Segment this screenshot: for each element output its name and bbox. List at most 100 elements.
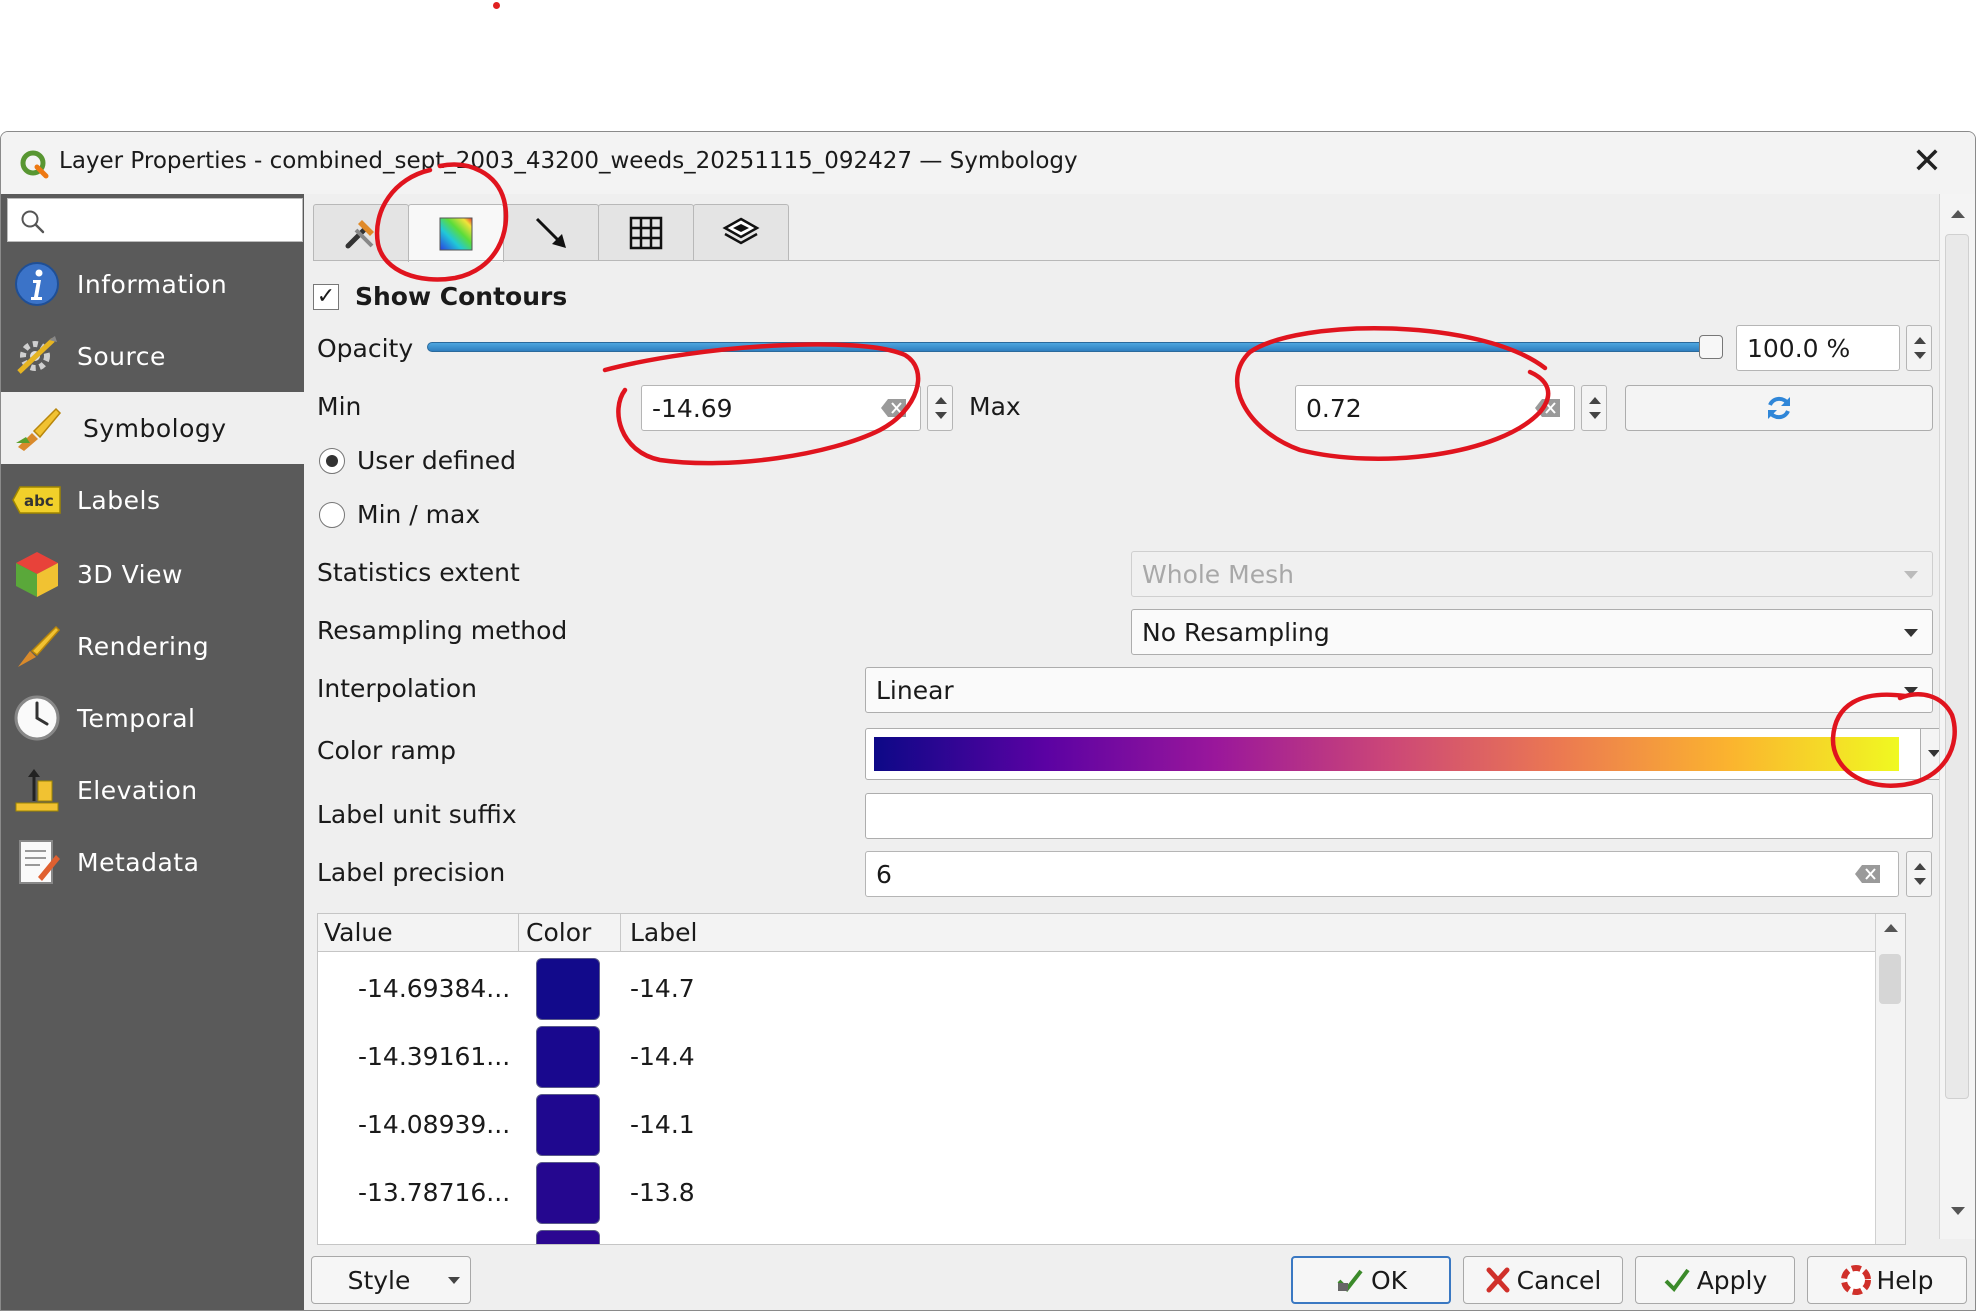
sidebar-item-source[interactable]: Source xyxy=(1,320,304,392)
column-header-label[interactable]: Label xyxy=(630,918,697,947)
min-max-radio[interactable] xyxy=(319,502,345,528)
layers-stack-icon xyxy=(722,217,760,244)
show-contours-label: Show Contours xyxy=(355,282,568,311)
help-button[interactable]: Help xyxy=(1807,1256,1967,1304)
3d-cube-icon xyxy=(11,548,63,600)
resampling-method-label: Resampling method xyxy=(317,616,568,645)
panel-scrollbar[interactable] xyxy=(1939,194,1975,1239)
metadata-icon xyxy=(11,836,63,888)
contours-gradient-icon xyxy=(439,217,473,250)
statistics-extent-label: Statistics extent xyxy=(317,558,520,587)
row-label: -14.4 xyxy=(630,1042,695,1071)
table-row[interactable]: -13.78716... -13.8 xyxy=(318,1158,1905,1226)
cancel-label: Cancel xyxy=(1516,1265,1602,1295)
column-header-value[interactable]: Value xyxy=(324,918,393,947)
opacity-slider-handle[interactable] xyxy=(1699,335,1723,359)
labels-abc-icon: abc xyxy=(11,474,63,526)
refresh-min-max-button[interactable] xyxy=(1625,385,1933,431)
color-ramp-preview xyxy=(874,737,1899,771)
row-value: -14.69384... xyxy=(358,974,511,1003)
show-contours-checkbox[interactable]: ✓ xyxy=(313,284,339,310)
color-classes-table[interactable]: Value Color Label -14.69384... -14.7 -14… xyxy=(317,913,1906,1245)
opacity-slider-track[interactable] xyxy=(427,342,1710,352)
tab-vectors[interactable] xyxy=(503,204,599,260)
sidebar-item-label: Source xyxy=(77,341,166,371)
sidebar-item-3d-view[interactable]: 3D View xyxy=(1,538,304,610)
opacity-label: Opacity xyxy=(317,334,414,363)
color-swatch[interactable] xyxy=(536,1026,600,1088)
chevron-down-icon xyxy=(448,1277,460,1284)
color-ramp-button[interactable] xyxy=(865,728,1947,780)
symbology-tabs xyxy=(313,204,789,262)
min-stepper[interactable] xyxy=(927,385,953,431)
interpolation-select[interactable]: Linear xyxy=(865,667,1933,713)
color-swatch[interactable] xyxy=(536,1094,600,1156)
sidebar-item-elevation[interactable]: Elevation xyxy=(1,754,304,826)
chevron-down-icon xyxy=(1904,629,1918,637)
clear-icon[interactable] xyxy=(1534,397,1562,419)
row-label: -14.1 xyxy=(630,1110,695,1139)
sidebar-item-information[interactable]: Information xyxy=(1,248,304,320)
color-swatch[interactable] xyxy=(536,1230,600,1244)
window-title: Layer Properties - combined_sept_2003_43… xyxy=(59,148,1078,174)
refresh-icon xyxy=(1768,396,1790,420)
chevron-down-icon xyxy=(1904,571,1918,579)
table-row[interactable]: -14.39161... -14.4 xyxy=(318,1022,1905,1090)
color-ramp-label: Color ramp xyxy=(317,736,457,765)
search-icon xyxy=(21,210,45,234)
table-row[interactable] xyxy=(318,1226,1905,1244)
resampling-method-value: No Resampling xyxy=(1142,618,1330,647)
information-icon xyxy=(11,258,63,310)
table-scrollbar[interactable] xyxy=(1875,914,1905,1244)
table-header: Value Color Label xyxy=(318,914,1905,952)
sidebar-item-labels[interactable]: abc Labels xyxy=(1,464,304,536)
cancel-button[interactable]: Cancel xyxy=(1463,1256,1623,1304)
table-row[interactable]: -14.08939... -14.1 xyxy=(318,1090,1905,1158)
tab-contours[interactable] xyxy=(408,204,504,262)
sidebar-item-temporal[interactable]: Temporal xyxy=(1,682,304,754)
column-header-color[interactable]: Color xyxy=(526,918,591,947)
sidebar-item-label: Elevation xyxy=(77,775,198,805)
resampling-method-select[interactable]: No Resampling xyxy=(1131,609,1933,655)
tab-datasets[interactable] xyxy=(313,204,409,260)
min-input[interactable]: -14.69 xyxy=(641,385,921,431)
mesh-grid-icon xyxy=(629,216,663,249)
svg-text:abc: abc xyxy=(24,492,54,510)
close-button[interactable]: ✕ xyxy=(1909,144,1945,180)
sidebar-item-label: 3D View xyxy=(77,559,183,589)
sidebar-item-label: Labels xyxy=(77,485,161,515)
vectors-arrow-icon xyxy=(535,217,566,248)
statistics-extent-select[interactable]: Whole Mesh xyxy=(1131,551,1933,597)
table-row[interactable]: -14.69384... -14.7 xyxy=(318,954,1905,1022)
elevation-icon xyxy=(11,764,63,816)
tab-mesh[interactable] xyxy=(598,204,694,260)
row-label: -13.8 xyxy=(630,1178,695,1207)
sidebar-item-symbology[interactable]: Symbology xyxy=(1,392,304,464)
max-input[interactable]: 0.72 xyxy=(1295,385,1575,431)
apply-button[interactable]: Apply xyxy=(1635,1256,1795,1304)
opacity-stepper[interactable] xyxy=(1906,325,1932,371)
sidebar-search-input[interactable] xyxy=(7,198,303,242)
opacity-spinbox[interactable]: 100.0 % xyxy=(1736,325,1900,371)
clear-icon[interactable] xyxy=(880,397,908,419)
ok-button[interactable]: OK xyxy=(1291,1256,1451,1304)
ok-icon xyxy=(1337,1269,1363,1293)
sidebar-item-rendering[interactable]: Rendering xyxy=(1,610,304,682)
min-value: -14.69 xyxy=(652,394,733,423)
apply-label: Apply xyxy=(1696,1265,1768,1295)
interpolation-label: Interpolation xyxy=(317,674,477,703)
color-swatch[interactable] xyxy=(536,1162,600,1224)
stray-red-dot xyxy=(493,2,500,9)
row-value: -14.39161... xyxy=(358,1042,511,1071)
apply-check-icon xyxy=(1664,1268,1690,1293)
sidebar-item-metadata[interactable]: Metadata xyxy=(1,826,304,898)
tab-rendering[interactable] xyxy=(693,204,789,260)
style-menu-button[interactable]: Style xyxy=(311,1256,471,1304)
row-value: -13.78716... xyxy=(358,1178,511,1207)
ok-label: OK xyxy=(1370,1265,1408,1295)
max-stepper[interactable] xyxy=(1581,385,1607,431)
user-defined-radio[interactable] xyxy=(319,448,345,474)
color-swatch[interactable] xyxy=(536,958,600,1020)
clock-icon xyxy=(11,692,63,744)
statistics-extent-value: Whole Mesh xyxy=(1142,560,1294,589)
